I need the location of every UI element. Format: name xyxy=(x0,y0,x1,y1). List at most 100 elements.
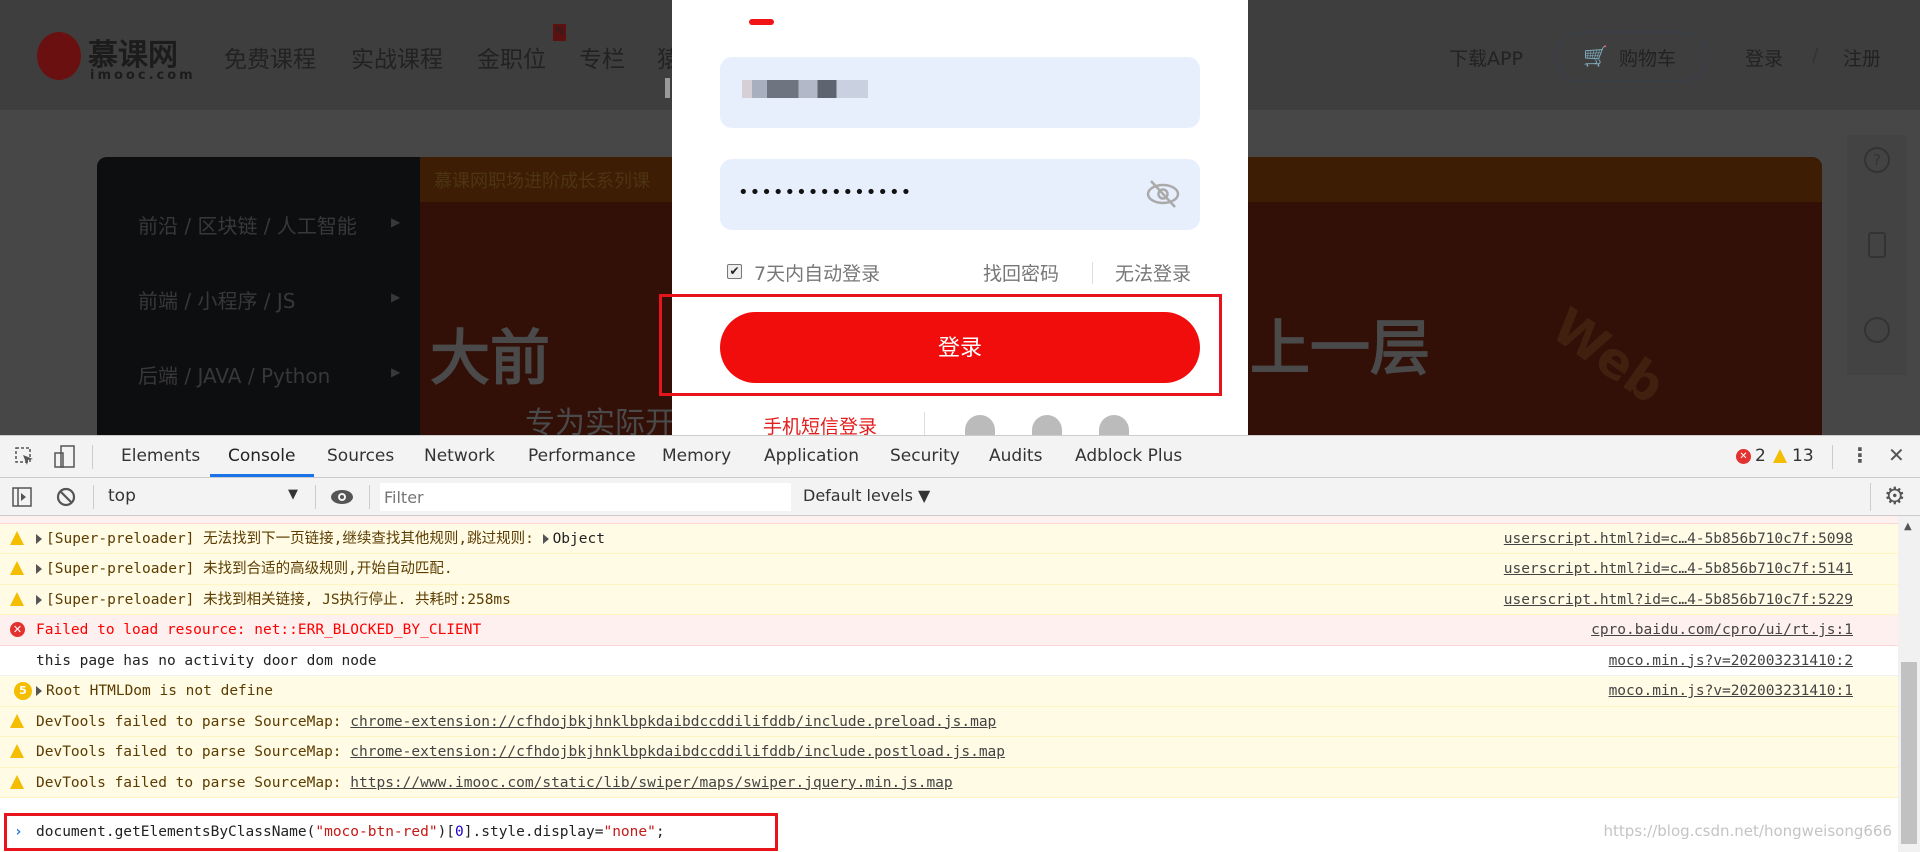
devtools-panel: Elements Console Sources Network Perform… xyxy=(0,435,1920,852)
expand-triangle-icon[interactable] xyxy=(36,564,42,574)
console-row-warn: DevTools failed to parse SourceMap: chro… xyxy=(0,706,1898,737)
qq-icon[interactable] xyxy=(1099,415,1129,435)
log-source-link[interactable]: userscript.html?id=c…4-5b856b710c7f:5098 xyxy=(1504,524,1853,554)
inspect-element-icon[interactable] xyxy=(14,446,36,468)
nav-free-courses[interactable]: 免费课程 xyxy=(224,40,316,74)
console-row-error: ✕[Super-preloader] 无法找到内容,跳过规则: Object 继… xyxy=(0,516,1898,524)
log-source-link[interactable]: userscript.html?id=c…4-5b856b710c7f:5141 xyxy=(1504,554,1853,584)
expand-triangle-icon[interactable] xyxy=(542,533,549,544)
tab-adblock-plus[interactable]: Adblock Plus xyxy=(1075,436,1182,477)
tab-memory[interactable]: Memory xyxy=(662,436,731,477)
filter-input[interactable] xyxy=(380,483,791,511)
username-input[interactable] xyxy=(720,57,1200,128)
dropdown-arrow-icon[interactable]: ▼ xyxy=(288,487,298,502)
nav-practical-courses[interactable]: 实战课程 xyxy=(351,40,443,74)
imooc-logo-icon[interactable] xyxy=(37,32,81,80)
log-source-link[interactable]: userscript.html?id=c…4-5b856b710c7f:5128 xyxy=(1504,516,1853,523)
settings-gear-icon[interactable]: ⚙ xyxy=(1884,482,1906,510)
sourcemap-link[interactable]: chrome-extension://cfhdojbkjhnklbpkdaibd… xyxy=(350,744,1005,760)
repeat-count-badge: 5 xyxy=(14,682,32,700)
nav-column[interactable]: 专栏 xyxy=(579,40,625,74)
log-message: DevTools failed to parse SourceMap: xyxy=(36,713,351,730)
tab-network[interactable]: Network xyxy=(424,436,495,477)
cannot-login-link[interactable]: 无法登录 xyxy=(1115,259,1191,286)
tab-security[interactable]: Security xyxy=(890,436,960,477)
banner-title-right: 上一层 xyxy=(1250,314,1430,384)
clear-console-icon[interactable] xyxy=(56,487,76,507)
tab-console[interactable]: Console xyxy=(210,436,314,477)
warning-icon[interactable] xyxy=(1773,449,1787,463)
log-message: Failed to load resource: net::ERR_BLOCKE… xyxy=(36,622,482,638)
cart-button[interactable]: 🛒 购物车 xyxy=(1555,31,1708,82)
cart-icon: 🛒 xyxy=(1583,44,1608,68)
highlight-box-login-button xyxy=(659,294,1222,396)
console-row-error: ✕ Failed to load resource: net::ERR_BLOCK… xyxy=(0,615,1898,646)
error-icon: ✕ xyxy=(10,622,25,637)
wechat-icon[interactable] xyxy=(1032,415,1062,435)
find-password-link[interactable]: 找回密码 xyxy=(983,259,1059,286)
sms-login-link[interactable]: 手机短信登录 xyxy=(763,412,877,435)
weibo-icon[interactable] xyxy=(965,415,995,435)
cmd-text: ; xyxy=(655,824,665,840)
error-count[interactable]: 2 xyxy=(1755,446,1766,466)
cmd-number: 0 xyxy=(455,824,464,840)
log-message: DevTools failed to parse SourceMap: xyxy=(36,774,351,791)
expand-triangle-icon[interactable] xyxy=(36,594,42,605)
header-register-link[interactable]: 注册 xyxy=(1843,44,1881,71)
sourcemap-link[interactable]: chrome-extension://cfhdojbkjhnklbpkdaibd… xyxy=(350,714,996,730)
scrollbar-thumb[interactable] xyxy=(1901,662,1917,844)
help-icon[interactable]: ? xyxy=(1864,147,1890,173)
tab-performance[interactable]: Performance xyxy=(528,436,636,477)
kebab-menu-icon[interactable]: ⋮ xyxy=(1850,443,1870,467)
log-object[interactable]: Object xyxy=(553,531,605,547)
context-selector[interactable]: top xyxy=(108,486,136,506)
password-value: ••••••••••••••• xyxy=(738,182,913,203)
log-source-link[interactable]: cpro.baidu.com/cpro/ui/rt.js:1 xyxy=(1591,615,1853,645)
category-item[interactable]: 前端 / 小程序 / JS xyxy=(138,285,296,314)
blurred-username xyxy=(742,80,868,98)
sourcemap-link[interactable]: https://www.imooc.com/static/lib/swiper/… xyxy=(350,775,952,791)
mobile-icon[interactable] xyxy=(1868,232,1886,258)
console-row-warn: DevTools failed to parse SourceMap: http… xyxy=(0,767,1898,798)
cmd-text: ].style.display= xyxy=(463,824,604,840)
expand-triangle-icon[interactable] xyxy=(36,686,42,696)
scroll-up-arrow-icon[interactable]: ▲ xyxy=(1904,521,1912,532)
tab-elements[interactable]: Elements xyxy=(121,436,200,477)
warning-count[interactable]: 13 xyxy=(1792,446,1814,466)
eye-off-icon[interactable] xyxy=(1145,179,1181,209)
error-icon[interactable]: ✕ xyxy=(1736,449,1751,464)
download-app-link[interactable]: 下载APP xyxy=(1449,44,1523,71)
console-row-warn: DevTools failed to parse SourceMap: chro… xyxy=(0,737,1898,768)
tab-audits[interactable]: Audits xyxy=(989,436,1042,477)
category-item[interactable]: 前沿 / 区块链 / 人工智能 xyxy=(138,210,357,239)
eye-icon[interactable] xyxy=(330,487,354,507)
log-source-link[interactable]: moco.min.js?v=202003231410:1 xyxy=(1609,676,1853,706)
remember-label: 7天内自动登录 xyxy=(754,263,881,285)
banner-subtitle: 专为实际开 xyxy=(525,406,675,435)
log-source-link[interactable]: moco.min.js?v=202003231410:2 xyxy=(1609,646,1853,676)
log-source-link[interactable]: userscript.html?id=c…4-5b856b710c7f:5229 xyxy=(1504,585,1853,615)
cmd-string: "moco-btn-red" xyxy=(315,824,438,840)
device-toolbar-icon[interactable] xyxy=(54,445,76,469)
category-item[interactable]: 后端 / JAVA / Python xyxy=(138,360,330,389)
console-row-warn: [Super-preloader] 无法找到下一页链接,继续查找其他规则,跳过规… xyxy=(0,523,1898,554)
console-scrollbar[interactable]: ▲ xyxy=(1898,516,1920,852)
new-badge: N xyxy=(553,24,566,41)
header-separator: / xyxy=(1812,44,1819,66)
nav-gold-job[interactable]: 金职位 xyxy=(477,40,546,74)
chevron-right-icon: ▶ xyxy=(391,290,401,304)
header-login-link[interactable]: 登录 xyxy=(1745,44,1783,71)
watermark: https://blog.csdn.net/hongweisong666 xyxy=(1603,822,1892,840)
tab-application[interactable]: Application xyxy=(764,436,859,477)
remember-checkbox[interactable]: ✔ xyxy=(727,264,742,279)
sidebar-toggle-icon[interactable] xyxy=(12,487,32,507)
log-message: [Super-preloader] 未找到相关链接, JS执行停止. 共耗时:2… xyxy=(46,591,511,608)
warning-icon xyxy=(10,713,24,728)
log-levels-dropdown[interactable]: Default levels ▼ xyxy=(803,486,930,505)
password-input[interactable]: ••••••••••••••• xyxy=(720,159,1200,230)
close-icon[interactable]: ✕ xyxy=(1888,443,1905,467)
tab-sources[interactable]: Sources xyxy=(327,436,394,477)
devtools-tab-bar: Elements Console Sources Network Perform… xyxy=(0,436,1920,478)
chat-icon[interactable] xyxy=(1864,317,1890,343)
expand-triangle-icon[interactable] xyxy=(36,533,42,544)
